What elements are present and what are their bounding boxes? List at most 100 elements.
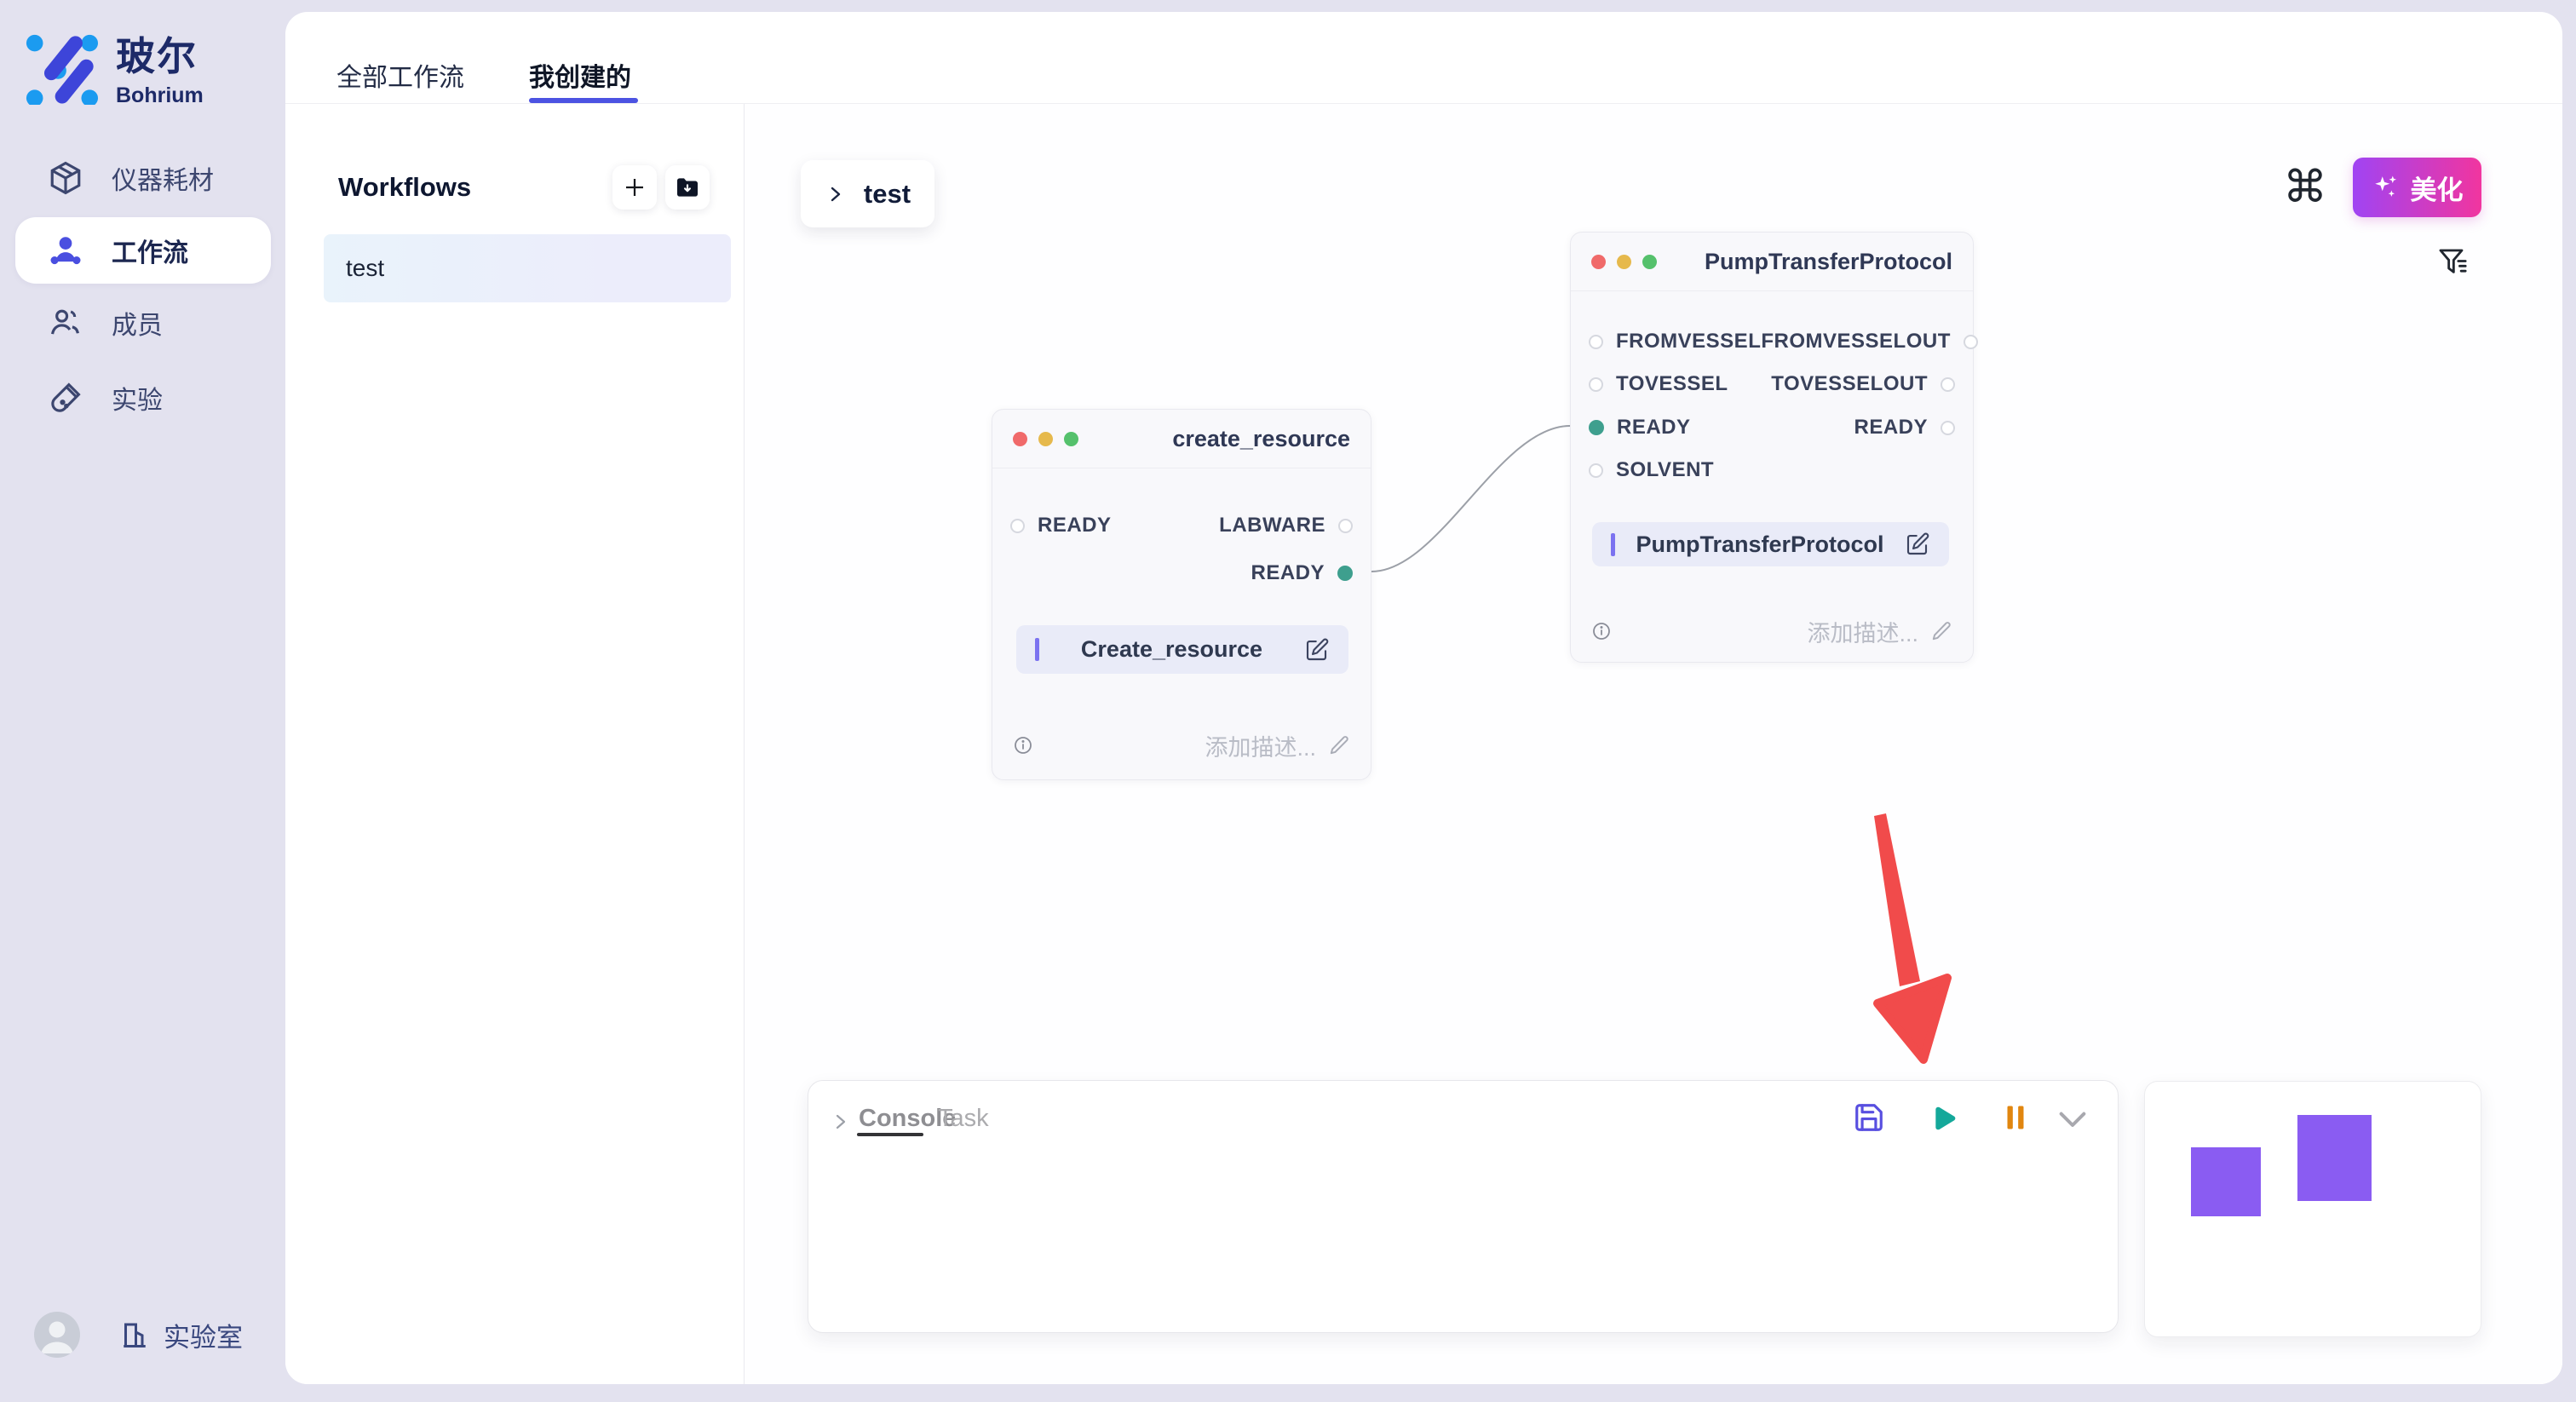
output-port-labware[interactable] xyxy=(1338,519,1353,533)
building-icon xyxy=(119,1319,150,1351)
save-icon[interactable] xyxy=(1853,1101,1885,1134)
pencil-icon[interactable] xyxy=(1930,620,1952,642)
port-row: TOVESSEL TOVESSELOUT xyxy=(1571,371,1973,398)
port-label: TOVESSELOUT xyxy=(1771,372,1928,396)
sidebar-item-experiments[interactable]: 实验 xyxy=(15,365,271,431)
filter-funnel-icon[interactable] xyxy=(2436,245,2470,281)
sidebar-item-consumables[interactable]: 仪器耗材 xyxy=(15,145,271,211)
node-footer: 添加描述... xyxy=(1571,618,1973,645)
brand-name-zh: 玻尔 xyxy=(116,26,204,82)
lab-switcher[interactable]: 实验室 xyxy=(119,1316,243,1354)
port-label: TOVESSEL xyxy=(1616,372,1728,396)
node-pump-transfer-protocol[interactable]: PumpTransferProtocol FROMVESSEL FROMVESS… xyxy=(1570,232,1974,663)
port-label: READY xyxy=(1854,416,1928,440)
port-row: SOLVENT xyxy=(1571,457,1973,484)
port-label: FROMVESSELOUT xyxy=(1761,330,1951,353)
input-port-solvent[interactable] xyxy=(1589,463,1603,478)
node-title: PumpTransferProtocol xyxy=(1705,249,1952,275)
sidebar-item-label: 实验 xyxy=(112,379,163,417)
tab-task[interactable]: Task xyxy=(938,1105,989,1133)
sparkles-icon xyxy=(2372,173,2401,202)
traffic-dot-yellow xyxy=(1038,432,1053,446)
brand: 玻尔 Bohrium xyxy=(24,26,204,108)
minimap-node-create-resource xyxy=(2191,1147,2261,1216)
input-port-fromvessel[interactable] xyxy=(1589,335,1603,349)
command-shortcuts-icon[interactable]: ⌘ xyxy=(2283,162,2327,213)
collapse-chevron-down-icon[interactable] xyxy=(2056,1108,2090,1134)
plus-icon xyxy=(622,175,647,200)
port-label: READY xyxy=(1038,514,1112,537)
output-port-tovesselout[interactable] xyxy=(1941,377,1955,392)
beautify-button[interactable]: 美化 xyxy=(2353,158,2481,217)
port-row: FROMVESSEL FROMVESSELOUT xyxy=(1571,328,1973,355)
edit-icon[interactable] xyxy=(1905,531,1930,557)
tab-all-workflows[interactable]: 全部工作流 xyxy=(336,56,464,94)
description-placeholder[interactable]: 添加描述... xyxy=(1807,615,1918,648)
brand-name-en: Bohrium xyxy=(116,83,204,108)
traffic-dot-yellow xyxy=(1617,255,1631,269)
console-panel: Console Task xyxy=(808,1080,2119,1333)
edit-icon[interactable] xyxy=(1304,637,1330,663)
sidebar: 玻尔 Bohrium 仪器耗材 工作流 xyxy=(0,0,285,1402)
import-folder-button[interactable] xyxy=(665,165,710,210)
sidebar-item-label: 工作流 xyxy=(112,232,188,269)
port-label: READY xyxy=(1617,416,1691,440)
node-footer: 添加描述... xyxy=(992,732,1371,759)
sidebar-item-label: 成员 xyxy=(112,304,163,342)
workflows-panel: Workflows test xyxy=(285,104,745,1384)
lab-label: 实验室 xyxy=(164,1316,243,1354)
output-port-fromvesselout[interactable] xyxy=(1964,335,1978,349)
expand-chevron-icon[interactable] xyxy=(830,1110,850,1134)
output-port-ready[interactable] xyxy=(1941,421,1955,435)
run-icon[interactable] xyxy=(1924,1101,1958,1135)
input-port-ready[interactable] xyxy=(1010,519,1025,533)
node-header: PumpTransferProtocol xyxy=(1571,233,1973,291)
workflow-people-icon xyxy=(48,233,83,268)
node-header: create_resource xyxy=(992,410,1371,468)
tab-my-created[interactable]: 我创建的 xyxy=(529,56,631,94)
output-port-ready-connected[interactable] xyxy=(1337,566,1353,581)
pause-icon[interactable] xyxy=(1999,1101,2032,1134)
info-icon[interactable] xyxy=(1591,621,1612,641)
package-box-icon xyxy=(48,160,83,196)
add-workflow-button[interactable] xyxy=(612,165,657,210)
traffic-dot-red xyxy=(1013,432,1027,446)
folder-import-icon xyxy=(674,174,701,201)
experiment-tube-icon xyxy=(48,380,83,416)
workflow-list-item-test[interactable]: test xyxy=(324,234,731,302)
port-row: READY LABWARE xyxy=(992,512,1371,539)
active-tab-underline xyxy=(529,98,638,103)
pencil-icon[interactable] xyxy=(1328,734,1350,756)
workflow-tabs-header: 全部工作流 我创建的 xyxy=(285,12,2562,104)
chevron-right-icon xyxy=(825,181,845,207)
workflow-item-name: test xyxy=(346,255,384,282)
traffic-dot-green xyxy=(1064,432,1078,446)
info-icon[interactable] xyxy=(1013,735,1033,756)
input-port-ready-connected[interactable] xyxy=(1589,420,1604,435)
canvas-breadcrumb-test[interactable]: test xyxy=(801,160,934,227)
canvas-minimap[interactable] xyxy=(2144,1081,2481,1337)
function-name: Create_resource xyxy=(1039,636,1304,663)
traffic-dot-green xyxy=(1642,255,1657,269)
bohrium-logo-icon xyxy=(24,30,99,105)
workflow-canvas[interactable]: test ⌘ 美化 cr xyxy=(745,104,2562,1384)
beautify-label: 美化 xyxy=(2411,169,2464,207)
port-row: READY READY xyxy=(1571,414,1973,441)
minimap-node-pump-transfer xyxy=(2297,1115,2372,1201)
traffic-dot-red xyxy=(1591,255,1606,269)
description-placeholder[interactable]: 添加描述... xyxy=(1205,729,1316,762)
input-port-tovessel[interactable] xyxy=(1589,377,1603,392)
members-icon xyxy=(48,305,83,341)
sidebar-item-members[interactable]: 成员 xyxy=(15,290,271,356)
sidebar-item-label: 仪器耗材 xyxy=(112,159,214,197)
port-label: FROMVESSEL xyxy=(1616,330,1761,353)
port-label: READY xyxy=(1251,561,1325,585)
breadcrumb-label: test xyxy=(864,179,911,210)
node-title: create_resource xyxy=(1172,426,1350,452)
node-function-pill[interactable]: Create_resource xyxy=(1016,625,1348,674)
user-avatar[interactable] xyxy=(34,1312,80,1358)
person-silhouette-icon xyxy=(34,1312,80,1358)
node-create-resource[interactable]: create_resource READY LABWARE READY xyxy=(992,409,1371,780)
sidebar-item-workflows[interactable]: 工作流 xyxy=(15,217,271,284)
node-function-pill[interactable]: PumpTransferProtocol xyxy=(1592,522,1949,566)
